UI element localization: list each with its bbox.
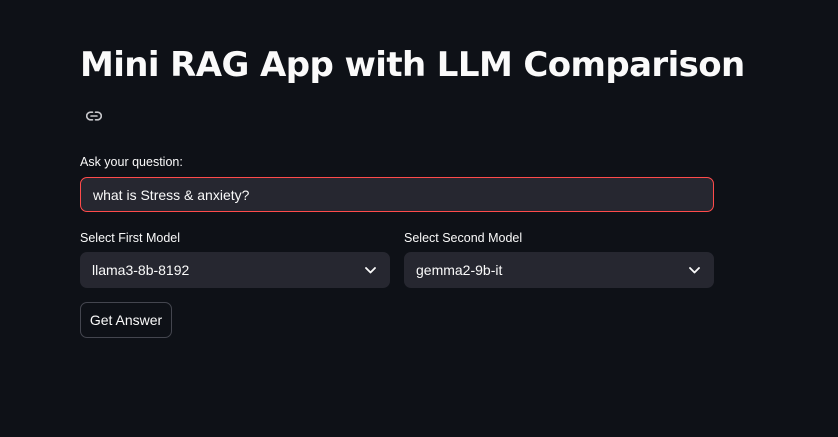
second-model-select[interactable]: gemma2-9b-it	[404, 252, 714, 288]
question-label: Ask your question:	[80, 155, 183, 169]
link-icon[interactable]	[85, 108, 103, 124]
first-model-label: Select First Model	[80, 231, 181, 245]
app-page: Mini RAG App with LLM Comparison Ask you…	[0, 0, 838, 437]
second-model-label: Select Second Model	[404, 231, 523, 245]
page-title: Mini RAG App with LLM Comparison	[80, 45, 745, 85]
first-model-value: llama3-8b-8192	[92, 262, 190, 278]
chevron-down-icon	[364, 266, 376, 274]
first-model-select[interactable]: llama3-8b-8192	[80, 252, 390, 288]
question-input[interactable]	[80, 177, 714, 212]
get-answer-button[interactable]: Get Answer	[80, 302, 172, 338]
second-model-value: gemma2-9b-it	[416, 262, 503, 278]
chevron-down-icon	[688, 266, 700, 274]
